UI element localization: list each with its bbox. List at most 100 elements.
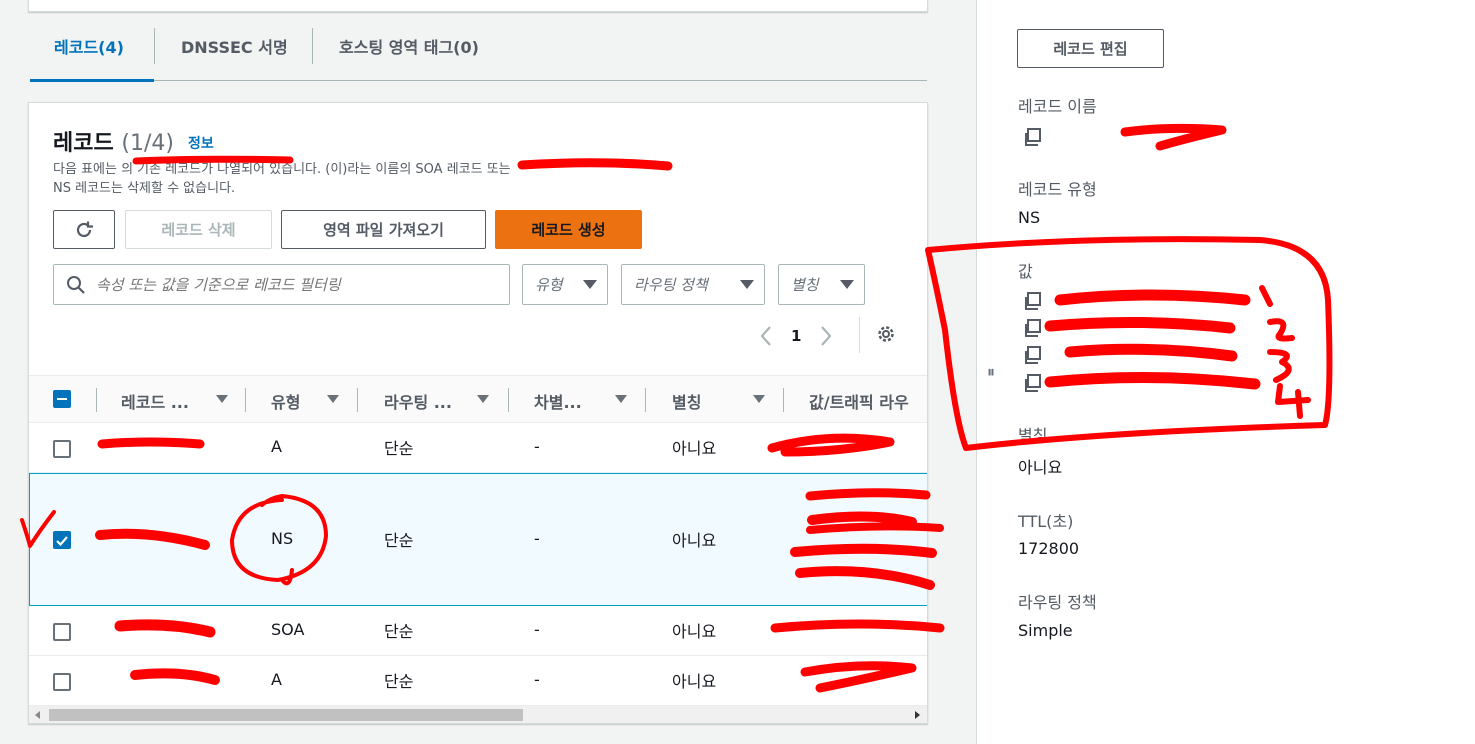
- column-header-type[interactable]: 유형: [271, 389, 300, 413]
- sort-icon[interactable]: [327, 395, 339, 403]
- import-zone-file-button[interactable]: 영역 파일 가져오기: [281, 210, 486, 249]
- caret-down-icon: [840, 280, 854, 289]
- cell-alias: 아니요: [672, 672, 717, 691]
- cell-routing: 단순: [384, 531, 414, 550]
- current-page[interactable]: 1: [791, 327, 801, 345]
- sort-icon[interactable]: [477, 395, 489, 403]
- records-panel: 레코드 (1/4) 정보 다음 표에는 의 기존 레코드가 나열되어 있습니다.…: [28, 102, 928, 724]
- copy-icon[interactable]: [1023, 319, 1041, 337]
- records-count: (1/4): [121, 131, 174, 156]
- cell-differentiator: -: [534, 620, 540, 639]
- scroll-left-icon[interactable]: [34, 711, 42, 719]
- table-header: 레코드 ... 유형 라우팅 ... 차별... 별칭 값/트래픽 라우: [29, 375, 927, 423]
- value-label: 값: [1018, 262, 1033, 281]
- copy-icon[interactable]: [1023, 292, 1041, 310]
- previous-card: [28, 0, 928, 12]
- tab-records[interactable]: 레코드(4): [54, 34, 124, 58]
- cell-differentiator: -: [534, 670, 540, 689]
- column-header-alias[interactable]: 별칭: [672, 389, 701, 413]
- row-checkbox[interactable]: [53, 623, 71, 641]
- routing-filter-label: 라우팅 정책: [634, 276, 708, 294]
- select-all-checkbox[interactable]: [53, 390, 71, 408]
- row-checkbox[interactable]: [53, 673, 71, 691]
- edit-record-button[interactable]: 레코드 편집: [1017, 29, 1164, 68]
- horizontal-scrollbar[interactable]: [29, 706, 927, 723]
- panel-resize-handle[interactable]: ⏸: [987, 362, 995, 382]
- column-divider: [96, 388, 97, 412]
- caret-down-icon: [583, 280, 597, 289]
- hosted-zone-tabs: 레코드(4) DNSSEC 서명 호스팅 영역 태그(0): [30, 22, 927, 82]
- refresh-icon: [76, 221, 93, 237]
- sort-icon[interactable]: [753, 395, 765, 403]
- column-divider: [508, 388, 509, 412]
- gear-icon[interactable]: [875, 323, 897, 345]
- delete-records-button[interactable]: 레코드 삭제: [125, 210, 272, 249]
- alias-value: 아니요: [1018, 458, 1063, 477]
- active-tab-indicator: [30, 79, 154, 82]
- column-header-value[interactable]: 값/트래픽 라우: [809, 389, 909, 413]
- column-header-differentiator[interactable]: 차별...: [534, 389, 582, 413]
- type-filter-dropdown[interactable]: 유형: [522, 264, 608, 305]
- record-name-label: 레코드 이름: [1018, 97, 1097, 116]
- routing-policy-label: 라우팅 정책: [1018, 593, 1097, 612]
- record-details-panel: ⏸ 레코드 편집 레코드 이름 레코드 유형 NS 값 별칭 아니요 TTL(초…: [976, 0, 1475, 744]
- records-title: 레코드 (1/4): [53, 125, 174, 157]
- column-divider: [357, 388, 358, 412]
- column-header-routing[interactable]: 라우팅 ...: [384, 389, 452, 413]
- copy-icon[interactable]: [1023, 374, 1041, 392]
- pagination-divider: [859, 317, 860, 353]
- alias-filter-dropdown[interactable]: 별칭: [778, 264, 865, 305]
- copy-icon[interactable]: [1023, 128, 1041, 146]
- info-link[interactable]: 정보: [188, 133, 214, 153]
- column-divider: [645, 388, 646, 412]
- copy-icon[interactable]: [1023, 346, 1041, 364]
- alias-filter-label: 별칭: [791, 276, 819, 294]
- chevron-left-icon[interactable]: [759, 325, 773, 347]
- column-divider: [245, 388, 246, 412]
- cell-alias: 아니요: [672, 439, 717, 458]
- ttl-label: TTL(초): [1018, 512, 1074, 531]
- table-row[interactable]: A 단순 - 아니요: [29, 656, 927, 706]
- column-header-record-name[interactable]: 레코드 ...: [121, 389, 189, 413]
- type-filter-label: 유형: [535, 276, 563, 294]
- caret-down-icon: [740, 280, 754, 289]
- create-record-button[interactable]: 레코드 생성: [495, 210, 642, 249]
- record-type-label: 레코드 유형: [1018, 180, 1097, 199]
- tab-divider: [154, 28, 155, 64]
- cell-type: SOA: [271, 620, 305, 639]
- description-line: 다음 표에는 의 기존 레코드가 나열되어 있습니다. (이)라는 이름의 SO…: [53, 162, 511, 177]
- cell-alias: 아니요: [672, 622, 717, 641]
- cell-type: NS: [271, 529, 294, 548]
- tab-dnssec[interactable]: DNSSEC 서명: [181, 34, 288, 58]
- routing-filter-dropdown[interactable]: 라우팅 정책: [621, 264, 765, 305]
- sort-icon[interactable]: [615, 395, 627, 403]
- chevron-right-icon[interactable]: [819, 325, 833, 347]
- cell-routing: 단순: [384, 672, 414, 691]
- sort-icon[interactable]: [216, 395, 228, 403]
- record-type-value: NS: [1018, 208, 1041, 227]
- records-description: 다음 표에는 의 기존 레코드가 나열되어 있습니다. (이)라는 이름의 SO…: [53, 160, 903, 198]
- alias-label: 별칭: [1018, 426, 1048, 445]
- tab-tags[interactable]: 호스팅 영역 태그(0): [339, 34, 479, 58]
- table-row[interactable]: SOA 단순 - 아니요: [29, 606, 927, 656]
- cell-routing: 단순: [384, 439, 414, 458]
- cell-type: A: [271, 670, 282, 689]
- cell-type: A: [271, 437, 282, 456]
- table-row-selected[interactable]: NS 단순 - 아니요: [29, 473, 927, 606]
- cell-routing: 단순: [384, 622, 414, 641]
- search-input[interactable]: [96, 275, 476, 294]
- pagination: 1: [759, 321, 833, 351]
- scrollbar-thumb[interactable]: [49, 709, 523, 721]
- refresh-button[interactable]: [53, 210, 115, 249]
- cell-alias: 아니요: [672, 531, 717, 550]
- records-title-text: 레코드: [53, 131, 114, 156]
- row-checkbox[interactable]: [53, 531, 71, 549]
- record-filter-search[interactable]: [53, 264, 510, 305]
- scroll-right-icon[interactable]: [913, 711, 921, 719]
- column-divider: [783, 388, 784, 412]
- table-row[interactable]: A 단순 - 아니요: [29, 423, 927, 473]
- check-icon: [56, 536, 68, 547]
- row-checkbox[interactable]: [53, 440, 71, 458]
- description-line: NS 레코드는 삭제할 수 없습니다.: [53, 181, 236, 196]
- tab-divider: [312, 28, 313, 64]
